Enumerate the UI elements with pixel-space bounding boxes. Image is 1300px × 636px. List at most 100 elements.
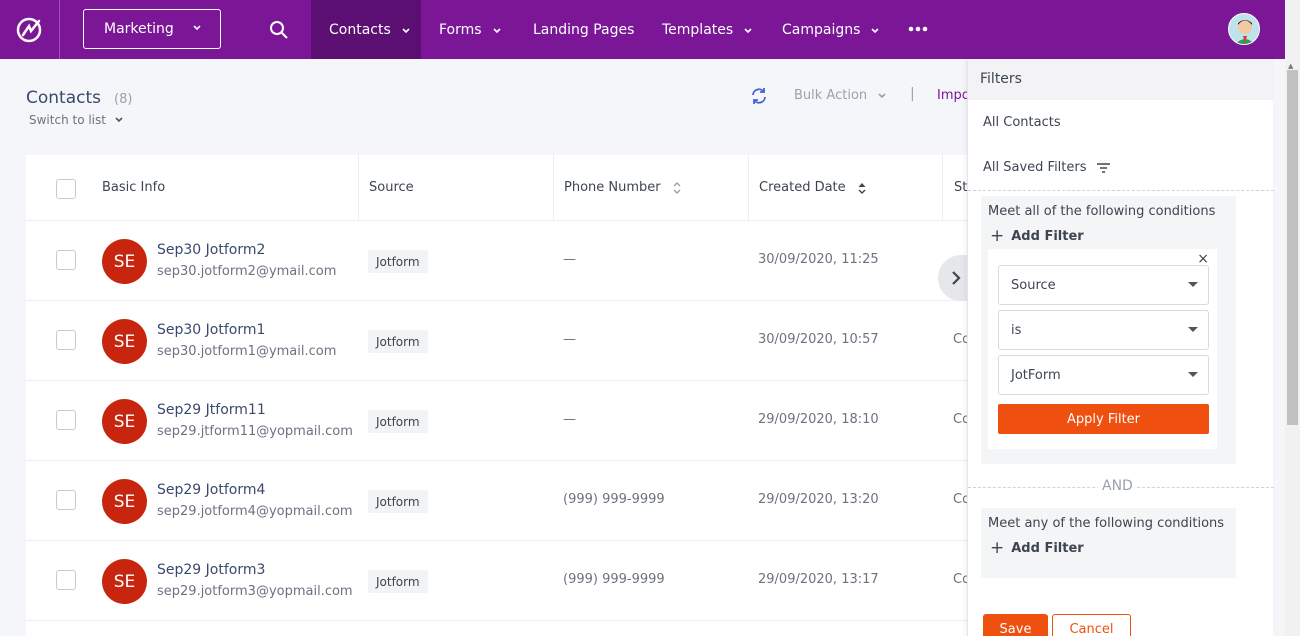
column-created-date[interactable]: Created Date [759,180,866,195]
all-saved-filters-option[interactable]: All Saved Filters [983,160,1110,175]
nav-landing-pages[interactable]: Landing Pages [533,0,634,59]
add-filter-any-button[interactable]: + Add Filter [990,538,1084,558]
row-checkbox[interactable] [56,330,76,350]
chevron-down-icon [878,92,886,98]
filter-operator-value: is [1011,322,1022,338]
table-row[interactable]: SE Sep29 Jotform3 sep29.jotform3@yopmail… [26,541,971,621]
contact-avatar: SE [102,319,147,364]
contact-email: sep29.jotform4@yopmail.com [157,504,353,519]
chevron-down-icon [193,25,201,31]
contact-phone: — [563,252,576,267]
filter-icon [1096,162,1110,173]
contact-phone: (999) 999-9999 [563,572,665,587]
refresh-icon[interactable] [750,87,768,105]
nav-forms[interactable]: Forms [439,0,502,59]
filters-title: Filters [968,59,1274,100]
nav-campaigns-label: Campaigns [782,21,861,38]
and-label: AND [1098,478,1137,494]
caret-down-icon [1188,372,1198,377]
page-scrollbar[interactable]: ▲ [1285,0,1300,636]
select-all-checkbox[interactable] [56,179,76,199]
row-checkbox[interactable] [56,250,76,270]
workspace-selector[interactable]: Marketing [83,9,221,49]
table-row[interactable]: SE Sep30 Jotform1 sep30.jotform1@ymail.c… [26,301,971,381]
scroll-up-arrow-icon[interactable]: ▲ [1288,62,1293,70]
row-checkbox[interactable] [56,410,76,430]
column-created-date-label: Created Date [759,180,846,195]
nav-forms-label: Forms [439,21,482,38]
contact-name[interactable]: Sep29 Jtform11 [157,402,266,418]
nav-templates-label: Templates [662,21,734,38]
contact-email: sep29.jotform3@yopmail.com [157,584,353,599]
filter-value-value: JotForm [1011,367,1061,383]
scrollbar-thumb[interactable] [1287,70,1298,425]
contacts-count: (8) [114,92,133,107]
more-options-icon[interactable] [908,23,928,35]
created-date: 30/09/2020, 10:57 [758,332,879,347]
cancel-button[interactable]: Cancel [1052,614,1131,636]
created-date: 29/09/2020, 13:20 [758,492,879,507]
table-row[interactable]: SE Sep30 Jotform2 sep30.jotform2@ymail.c… [26,221,971,301]
column-source: Source [369,180,414,195]
column-phone-number[interactable]: Phone Number [564,180,681,195]
contact-name[interactable]: Sep30 Jotform1 [157,322,265,338]
contact-phone: (999) 999-9999 [563,492,665,507]
created-date: 29/09/2020, 13:17 [758,572,879,587]
column-divider [942,155,943,221]
all-contacts-option[interactable]: All Contacts [983,115,1061,130]
logo-icon [16,17,41,42]
import-link[interactable]: Impo [937,88,970,103]
caret-down-icon [1188,282,1198,287]
nav-campaigns[interactable]: Campaigns [782,0,880,59]
add-filter-label: Add Filter [1011,228,1084,244]
filter-field-select[interactable]: Source [998,265,1209,305]
add-filter-all-button[interactable]: + Add Filter [990,226,1084,246]
divider [968,190,1274,191]
column-divider [553,155,554,221]
table-row[interactable]: SE Sep29 Jtform11 sep29.jtform11@yopmail… [26,381,971,461]
column-divider [358,155,359,221]
source-tag: Jotform [368,490,428,513]
contact-email: sep30.jotform1@ymail.com [157,344,337,359]
column-phone-number-label: Phone Number [564,180,661,195]
source-tag: Jotform [368,410,428,433]
user-avatar[interactable] [1228,13,1260,45]
plus-icon: + [990,538,1005,558]
bulk-action-dropdown[interactable]: Bulk Action [794,88,887,103]
nav-contacts[interactable]: Contacts [311,0,421,59]
contact-email: sep30.jotform2@ymail.com [157,264,337,279]
nav-landing-pages-label: Landing Pages [533,21,635,38]
filter-operator-select[interactable]: is [998,310,1209,350]
contact-name[interactable]: Sep29 Jotform4 [157,482,265,498]
meet-all-conditions-group: Meet all of the following conditions + A… [981,196,1236,464]
sort-icon[interactable] [673,181,681,194]
app-logo[interactable] [0,0,60,59]
row-checkbox[interactable] [56,570,76,590]
bulk-action-label: Bulk Action [794,88,868,103]
row-checkbox[interactable] [56,490,76,510]
source-tag: Jotform [368,330,428,353]
apply-filter-button[interactable]: Apply Filter [998,404,1209,434]
chevron-down-icon [492,27,501,33]
nav-templates[interactable]: Templates [662,0,753,59]
source-tag: Jotform [368,250,428,273]
nav-contacts-label: Contacts [329,21,391,38]
search-icon[interactable] [268,19,290,41]
filters-panel: Filters All Contacts All Saved Filters M… [967,59,1274,636]
chevron-right-icon [952,271,961,285]
contact-avatar: SE [102,399,147,444]
page-title: Contacts [26,88,101,108]
all-saved-filters-label: All Saved Filters [983,160,1087,175]
filter-value-select[interactable]: JotForm [998,355,1209,395]
save-button[interactable]: Save [983,614,1048,636]
contacts-table: Basic Info Source Phone Number Created D… [26,155,971,636]
table-row[interactable]: SE Sep29 Jotform4 sep29.jotform4@yopmail… [26,461,971,541]
contact-name[interactable]: Sep30 Jotform2 [157,242,265,258]
contact-avatar: SE [102,559,147,604]
switch-to-list-dropdown[interactable]: Switch to list [29,113,124,127]
chevron-down-icon [871,27,879,33]
switch-to-list-label: Switch to list [29,113,106,127]
contact-name[interactable]: Sep29 Jotform3 [157,562,265,578]
contact-phone: — [563,412,576,427]
sort-icon[interactable] [858,182,866,194]
